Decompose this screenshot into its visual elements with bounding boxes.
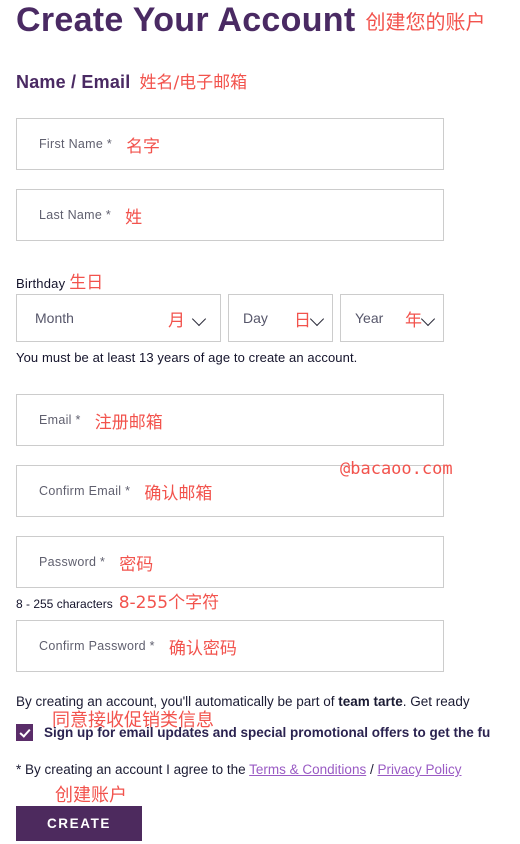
last-name-annotation: 姓 [125,207,143,228]
section-heading-label: Name / Email [16,72,131,92]
confirm-password-field[interactable]: Confirm Password * 确认密码 [16,620,444,672]
confirm-email-annotation: 确认邮箱 [144,483,213,504]
birthday-month-right: 月 [168,306,206,331]
password-field[interactable]: Password * 密码 [16,536,444,588]
birthday-month-annotation: 月 [168,310,185,331]
section-heading-name-email: Name / Email 姓名/电子邮箱 [16,68,247,93]
terms-agreement-line: * By creating an account I agree to the … [16,762,462,777]
page-title-annotation: 创建您的账户 [365,10,486,34]
team-tarte-post: . Get ready [402,694,470,709]
password-annotation: 密码 [119,554,154,575]
terms-separator: / [366,762,378,777]
first-name-label: First Name * [39,137,113,151]
age-requirement-note: You must be at least 13 years of age to … [16,350,358,365]
birthday-month-value: Month [35,310,74,326]
email-label: Email * [39,413,81,427]
create-button-annotation: 创建账户 [55,785,127,806]
last-name-label: Last Name * [39,208,112,222]
chevron-down-icon [193,314,206,322]
password-label: Password * [39,555,106,569]
birthday-day-value: Day [243,310,268,326]
last-name-field[interactable]: Last Name * 姓 [16,189,444,241]
password-requirement-text: 8 - 255 characters [16,597,113,611]
password-requirement-row: 8 - 255 characters 8-255个字符 [16,588,219,613]
section-heading-annotation: 姓名/电子邮箱 [139,73,248,93]
first-name-field[interactable]: First Name * 名字 [16,118,444,170]
email-field[interactable]: Email * 注册邮箱 [16,394,444,446]
page-title-row: Create Your Account 创建您的账户 [16,0,485,40]
terms-prefix: * By creating an account I agree to the [16,762,250,777]
chevron-down-icon [422,314,435,322]
confirm-email-label: Confirm Email * [39,484,131,498]
birthday-label: Birthday [16,276,66,291]
privacy-policy-link[interactable]: Privacy Policy [377,762,461,777]
birthday-year-select[interactable]: Year 年 [340,294,444,342]
birthday-label-row: Birthday 生日 [16,268,103,293]
create-account-button[interactable]: CREATE [16,806,142,841]
watermark: @bacaoo.com [340,459,453,479]
password-requirement-annotation: 8-255个字符 [118,593,220,613]
email-signup-checkbox[interactable] [16,724,33,741]
first-name-annotation: 名字 [126,136,161,157]
birthday-day-right: 日 [294,306,324,331]
birthday-year-value: Year [355,310,384,326]
team-tarte-bold: team tarte [338,694,403,709]
page-title: Create Your Account [16,1,356,39]
confirm-password-annotation: 确认密码 [168,638,237,659]
email-annotation: 注册邮箱 [94,412,163,433]
birthday-year-annotation: 年 [405,310,422,331]
email-signup-label: Sign up for email updates and special pr… [44,725,491,740]
chevron-down-icon [311,314,324,322]
birthday-annotation: 生日 [69,273,104,293]
birthday-month-select[interactable]: Month 月 [16,294,221,342]
birthday-day-annotation: 日 [294,310,311,331]
birthday-year-right: 年 [405,306,435,331]
confirm-password-label: Confirm Password * [39,639,155,653]
signup-page: Create Your Account 创建您的账户 Name / Email … [0,0,520,844]
terms-and-conditions-link[interactable]: Terms & Conditions [249,762,366,777]
birthday-day-select[interactable]: Day 日 [228,294,333,342]
email-signup-row[interactable]: Sign up for email updates and special pr… [16,724,490,741]
